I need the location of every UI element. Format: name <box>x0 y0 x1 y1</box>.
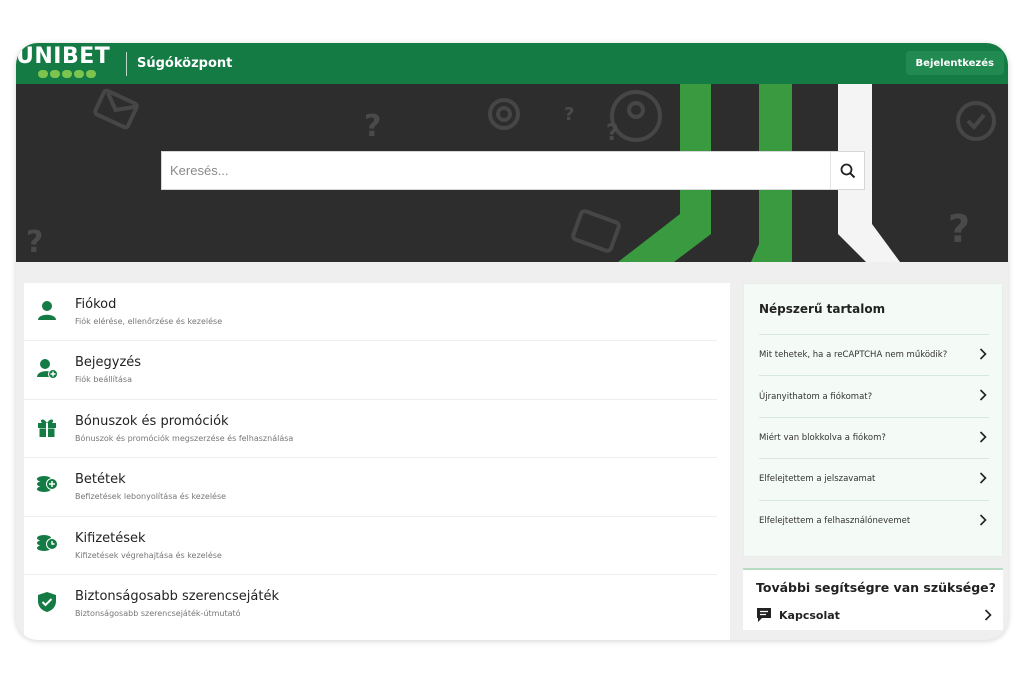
header-divider <box>126 51 127 76</box>
popular-item[interactable]: Miért van blokkolva a fiókom? <box>759 416 989 458</box>
popular-item-label: Újranyithatom a fiókomat? <box>759 391 873 402</box>
category-item-withdrawals[interactable]: Kifizetések Kifizetések végrehajtása és … <box>24 517 717 575</box>
page-title: Súgóközpont <box>137 56 233 71</box>
category-item-bonuses[interactable]: Bónuszok és promóciók Bónuszok és promóc… <box>24 400 717 459</box>
popular-item-label: Miért van blokkolva a fiókom? <box>759 432 886 443</box>
search-input[interactable] <box>162 152 830 189</box>
coins-plus-icon <box>37 476 58 493</box>
category-title: Betétek <box>75 472 126 488</box>
chevron-right-icon <box>979 472 987 484</box>
chevron-right-icon <box>984 609 992 621</box>
popular-item-label: Mit tehetek, ha a reCAPTCHA nem működik? <box>759 350 948 361</box>
contact-label: Kapcsolat <box>779 608 840 622</box>
login-button[interactable]: Bejelentkezés <box>905 51 1004 75</box>
popular-item[interactable]: Mit tehetek, ha a reCAPTCHA nem működik? <box>759 334 989 375</box>
category-description: Kifizetések végrehajtása és kezelése <box>75 550 222 560</box>
category-description: Biztonságosabb szerencsejáték-útmutató <box>75 608 241 618</box>
category-item-registration[interactable]: Bejegyzés Fiók beállítása <box>24 341 717 400</box>
contact-link[interactable]: Kapcsolat <box>756 605 992 625</box>
help-panel: További segítségre van szüksége? Kapcsol… <box>743 568 1003 630</box>
popular-item[interactable]: Újranyithatom a fiókomat? <box>759 375 989 416</box>
help-title: További segítségre van szüksége? <box>756 580 996 595</box>
user-add-icon <box>37 359 58 380</box>
logo-dots <box>38 70 96 78</box>
category-item-safer-gambling[interactable]: Biztonságosabb szerencsejáték Biztonságo… <box>24 575 717 633</box>
popular-item-label: Elfelejtettem a jelszavamat <box>759 474 876 485</box>
search-icon[interactable] <box>830 152 864 189</box>
svg-text:?: ? <box>364 109 381 144</box>
search-bar <box>161 151 865 190</box>
category-title: Fiókod <box>75 297 117 312</box>
popular-item[interactable]: Elfelejtettem a felhasználónevemet <box>759 499 989 541</box>
chevron-right-icon <box>979 513 987 526</box>
popular-content-panel: Népszerű tartalom Mit tehetek, ha a reCA… <box>743 283 1003 557</box>
user-icon <box>38 301 56 320</box>
app-frame: UNIBET Súgóközpont Bejelentkezés ? ? ? ?… <box>16 43 1008 640</box>
logo-text: UNIBET <box>16 44 111 69</box>
category-title: Biztonságosabb szerencsejáték <box>75 588 279 604</box>
shield-check-icon <box>38 591 56 612</box>
popular-title: Népszerű tartalom <box>759 302 886 316</box>
category-description: Fiók beállítása <box>75 375 132 385</box>
category-description: Bónuszok és promóciók megszerzése és fel… <box>75 433 294 443</box>
popular-item-label: Elfelejtettem a felhasználónevemet <box>759 515 911 526</box>
unibet-logo[interactable]: UNIBET <box>16 43 116 84</box>
svg-text:?: ? <box>606 121 619 146</box>
category-title: Bónuszok és promóciók <box>75 413 229 429</box>
gift-icon <box>38 419 56 437</box>
category-list: Fiókod Fiók elérése, ellenőrzése és keze… <box>24 283 730 640</box>
popular-list: Mit tehetek, ha a reCAPTCHA nem működik?… <box>759 334 989 541</box>
svg-text:?: ? <box>564 104 574 125</box>
category-description: Fiók elérése, ellenőrzése és kezelése <box>75 317 223 326</box>
chevron-right-icon <box>979 431 987 443</box>
chat-icon <box>757 608 771 622</box>
top-bar: UNIBET Súgóközpont Bejelentkezés <box>16 43 1008 84</box>
coins-clock-icon <box>37 534 58 551</box>
hero-banner: ? ? ? ? ? <box>16 84 1008 262</box>
category-title: Kifizetések <box>75 530 146 546</box>
svg-text:?: ? <box>948 207 970 251</box>
category-item-account[interactable]: Fiókod Fiók elérése, ellenőrzése és keze… <box>24 283 717 342</box>
category-item-deposits[interactable]: Betétek Befizetések lebonyolítása és kez… <box>24 458 717 517</box>
category-description: Befizetések lebonyolítása és kezelése <box>75 492 227 502</box>
popular-item[interactable]: Elfelejtettem a jelszavamat <box>759 458 989 499</box>
category-title: Bejegyzés <box>75 355 142 371</box>
chevron-right-icon <box>979 389 987 401</box>
svg-text:?: ? <box>26 225 43 260</box>
chevron-right-icon <box>979 348 987 360</box>
